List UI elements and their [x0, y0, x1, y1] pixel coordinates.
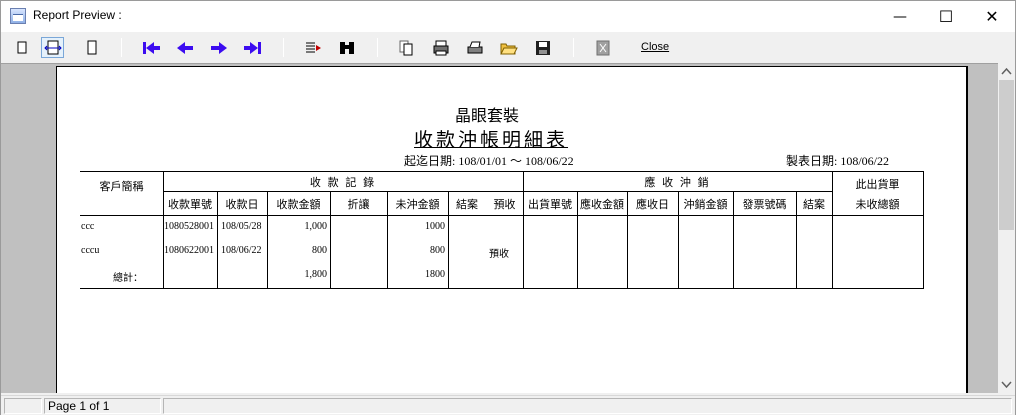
total-unoffset: 1800 [425, 269, 445, 280]
full-page-button[interactable] [80, 37, 103, 58]
header-unoffset: 未沖金額 [395, 199, 440, 211]
header-unpaid-line1: 此出貨單 [855, 179, 900, 191]
page-width-icon [43, 40, 62, 54]
page-width-button[interactable] [41, 37, 64, 58]
header-divider [163, 191, 832, 192]
scroll-down-icon[interactable] [998, 376, 1015, 393]
toolbar-separator [283, 38, 284, 57]
printer-icon [467, 41, 482, 53]
arrow-right-icon [210, 41, 227, 54]
binoculars-icon [339, 41, 354, 54]
print-setup-button[interactable] [429, 37, 452, 58]
print-button[interactable] [463, 37, 486, 58]
header-unpaid-line2: 未收總額 [855, 199, 900, 211]
row2-date: 108/06/22 [221, 245, 262, 256]
row2-amount: 800 [312, 245, 327, 256]
copy-button[interactable] [394, 37, 417, 58]
header-invoice-no: 發票號碼 [742, 199, 787, 211]
header-shipment-no: 出貨單號 [528, 199, 572, 211]
header-discount: 折讓 [347, 199, 370, 211]
scroll-thumb[interactable] [999, 80, 1014, 230]
next-page-button[interactable] [207, 37, 230, 58]
header-receivable-amount: 應收金額 [580, 199, 624, 211]
window-title: Report Preview : [33, 8, 122, 22]
previous-page-button[interactable] [173, 37, 196, 58]
company-name: 晶眼套裝 [455, 108, 520, 125]
copy-icon [399, 40, 412, 55]
scroll-up-icon[interactable] [998, 63, 1015, 80]
close-preview-button[interactable]: Close [641, 41, 669, 53]
row2-customer: cccu [81, 245, 100, 256]
goto-page-icon [305, 42, 321, 52]
vertical-scrollbar[interactable] [998, 63, 1015, 393]
save-icon [535, 40, 550, 55]
export-icon [596, 40, 609, 55]
toolbar-separator [573, 38, 574, 57]
status-pane-left [4, 398, 42, 414]
last-page-button[interactable] [241, 37, 264, 58]
header-advance: 預收 [493, 199, 516, 211]
date-range: 起迄日期: 108/01/01 ～ 108/06/22 [404, 154, 574, 168]
preview-viewport[interactable]: 晶眼套裝 收款沖帳明細表 起迄日期: 108/01/01 ～ 108/06/22… [1, 63, 998, 393]
row1-date: 108/05/28 [221, 221, 262, 232]
row1-unoffset: 1000 [425, 221, 445, 232]
header-closed: 結案 [456, 199, 478, 211]
row2-unoffset: 800 [430, 245, 445, 256]
minimize-button[interactable]: — [877, 1, 923, 32]
find-button[interactable] [335, 37, 358, 58]
page-indicator: Page 1 of 1 [44, 398, 161, 414]
header-receivable-date: 應收日 [636, 199, 669, 211]
row2-receipt-no: 1080622001 [164, 245, 214, 256]
header-offset-amount: 沖銷金額 [683, 199, 728, 211]
header-receipt-amount: 收款金額 [276, 199, 321, 211]
toolbar-separator [121, 38, 122, 57]
row1-amount: 1,000 [304, 221, 328, 232]
total-amount: 1,800 [304, 269, 328, 280]
report-preview-window: Report Preview : — ☐ ✕ Close 晶眼套裝 收款沖帳明細… [0, 0, 1016, 415]
single-page-icon [17, 41, 26, 53]
printer-setup-icon [433, 40, 448, 55]
header-receipt-group: 收 款 記 錄 [309, 177, 377, 189]
close-window-button[interactable]: ✕ [969, 1, 1015, 32]
maximize-button[interactable]: ☐ [923, 1, 969, 32]
table-top-border [80, 171, 923, 172]
header-offset-group: 應 收 沖 銷 [644, 177, 711, 189]
header-offset-closed: 結案 [803, 199, 825, 211]
row2-advance: 預收 [489, 249, 509, 260]
first-page-button[interactable] [139, 37, 162, 58]
app-icon [10, 8, 26, 24]
table-right-border [923, 171, 924, 289]
export-button[interactable] [591, 37, 614, 58]
arrow-left-icon [176, 41, 193, 54]
report-page: 晶眼套裝 收款沖帳明細表 起迄日期: 108/01/01 ～ 108/06/22… [56, 66, 968, 393]
header-receipt-date: 收款日 [225, 199, 259, 211]
header-receipt-no: 收款單號 [168, 199, 212, 211]
first-page-icon [142, 41, 160, 54]
status-pane-right [163, 398, 1012, 414]
open-button[interactable] [497, 37, 520, 58]
header-customer: 客戶簡稱 [99, 181, 144, 193]
total-label: 總計： [113, 273, 143, 284]
single-page-button[interactable] [10, 37, 33, 58]
last-page-icon [243, 41, 261, 54]
save-button[interactable] [531, 37, 554, 58]
status-bar: Page 1 of 1 [1, 395, 1015, 415]
row1-receipt-no: 1080528001 [164, 221, 214, 232]
full-page-icon [87, 40, 96, 54]
report-title: 收款沖帳明細表 [414, 130, 569, 151]
toolbar-separator [377, 38, 378, 57]
made-date: 製表日期: 108/06/22 [786, 154, 890, 168]
toolbar: Close [1, 32, 1015, 63]
goto-page-button[interactable] [301, 37, 324, 58]
row1-customer: ccc [81, 221, 95, 232]
folder-open-icon [499, 43, 518, 54]
title-bar: Report Preview : — ☐ ✕ [1, 1, 1015, 32]
